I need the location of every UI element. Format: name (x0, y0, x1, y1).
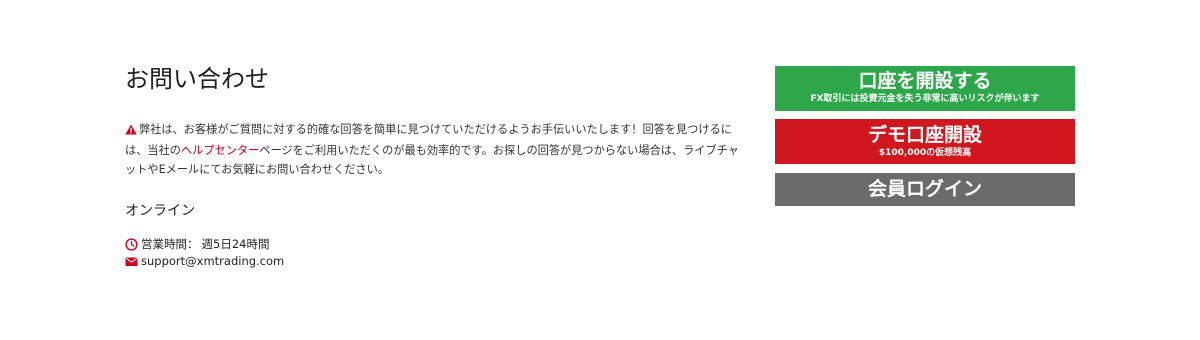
hours-label: 営業時間： (141, 237, 199, 251)
envelope-icon (125, 255, 138, 268)
business-hours: 営業時間： 週5日24時間 (125, 236, 750, 253)
open-account-label: 口座を開設する (858, 70, 992, 92)
member-login-label: 会員ログイン (867, 178, 982, 200)
demo-account-label: デモ口座開設 (867, 124, 982, 146)
online-heading: オンライン (125, 203, 195, 219)
hours-value: 週5日24時間 (201, 237, 270, 251)
support-email: support@xmtrading.com (125, 253, 750, 270)
page-title: お問い合わせ (125, 65, 269, 93)
open-account-risk-note: FX取引には投資元金を失う非常に高いリスクが伴います (810, 94, 1040, 104)
demo-account-balance-note: $100,000の仮想残高 (878, 148, 972, 158)
account-buttons: 口座を開設する FX取引には投資元金を失う非常に高いリスクが伴います デモ口座開… (775, 66, 1075, 206)
contact-section: お問い合わせ 弊社は、お客様がご質問に対する的確な回答を簡単に見つけていただける… (125, 62, 750, 270)
demo-account-button[interactable]: デモ口座開設 $100,000の仮想残高 (775, 119, 1075, 164)
open-account-button[interactable]: 口座を開設する FX取引には投資元金を失う非常に高いリスクが伴います (775, 66, 1075, 111)
member-login-button[interactable]: 会員ログイン (775, 173, 1075, 206)
help-center-link[interactable]: ヘルプセンター (181, 144, 259, 157)
intro-text: 弊社は、お客様がご質問に対する的確な回答を簡単に見つけていただけるようお手伝いい… (125, 120, 750, 179)
warning-icon (125, 122, 137, 141)
clock-icon (125, 238, 138, 251)
support-email-link[interactable]: support@xmtrading.com (141, 253, 284, 270)
